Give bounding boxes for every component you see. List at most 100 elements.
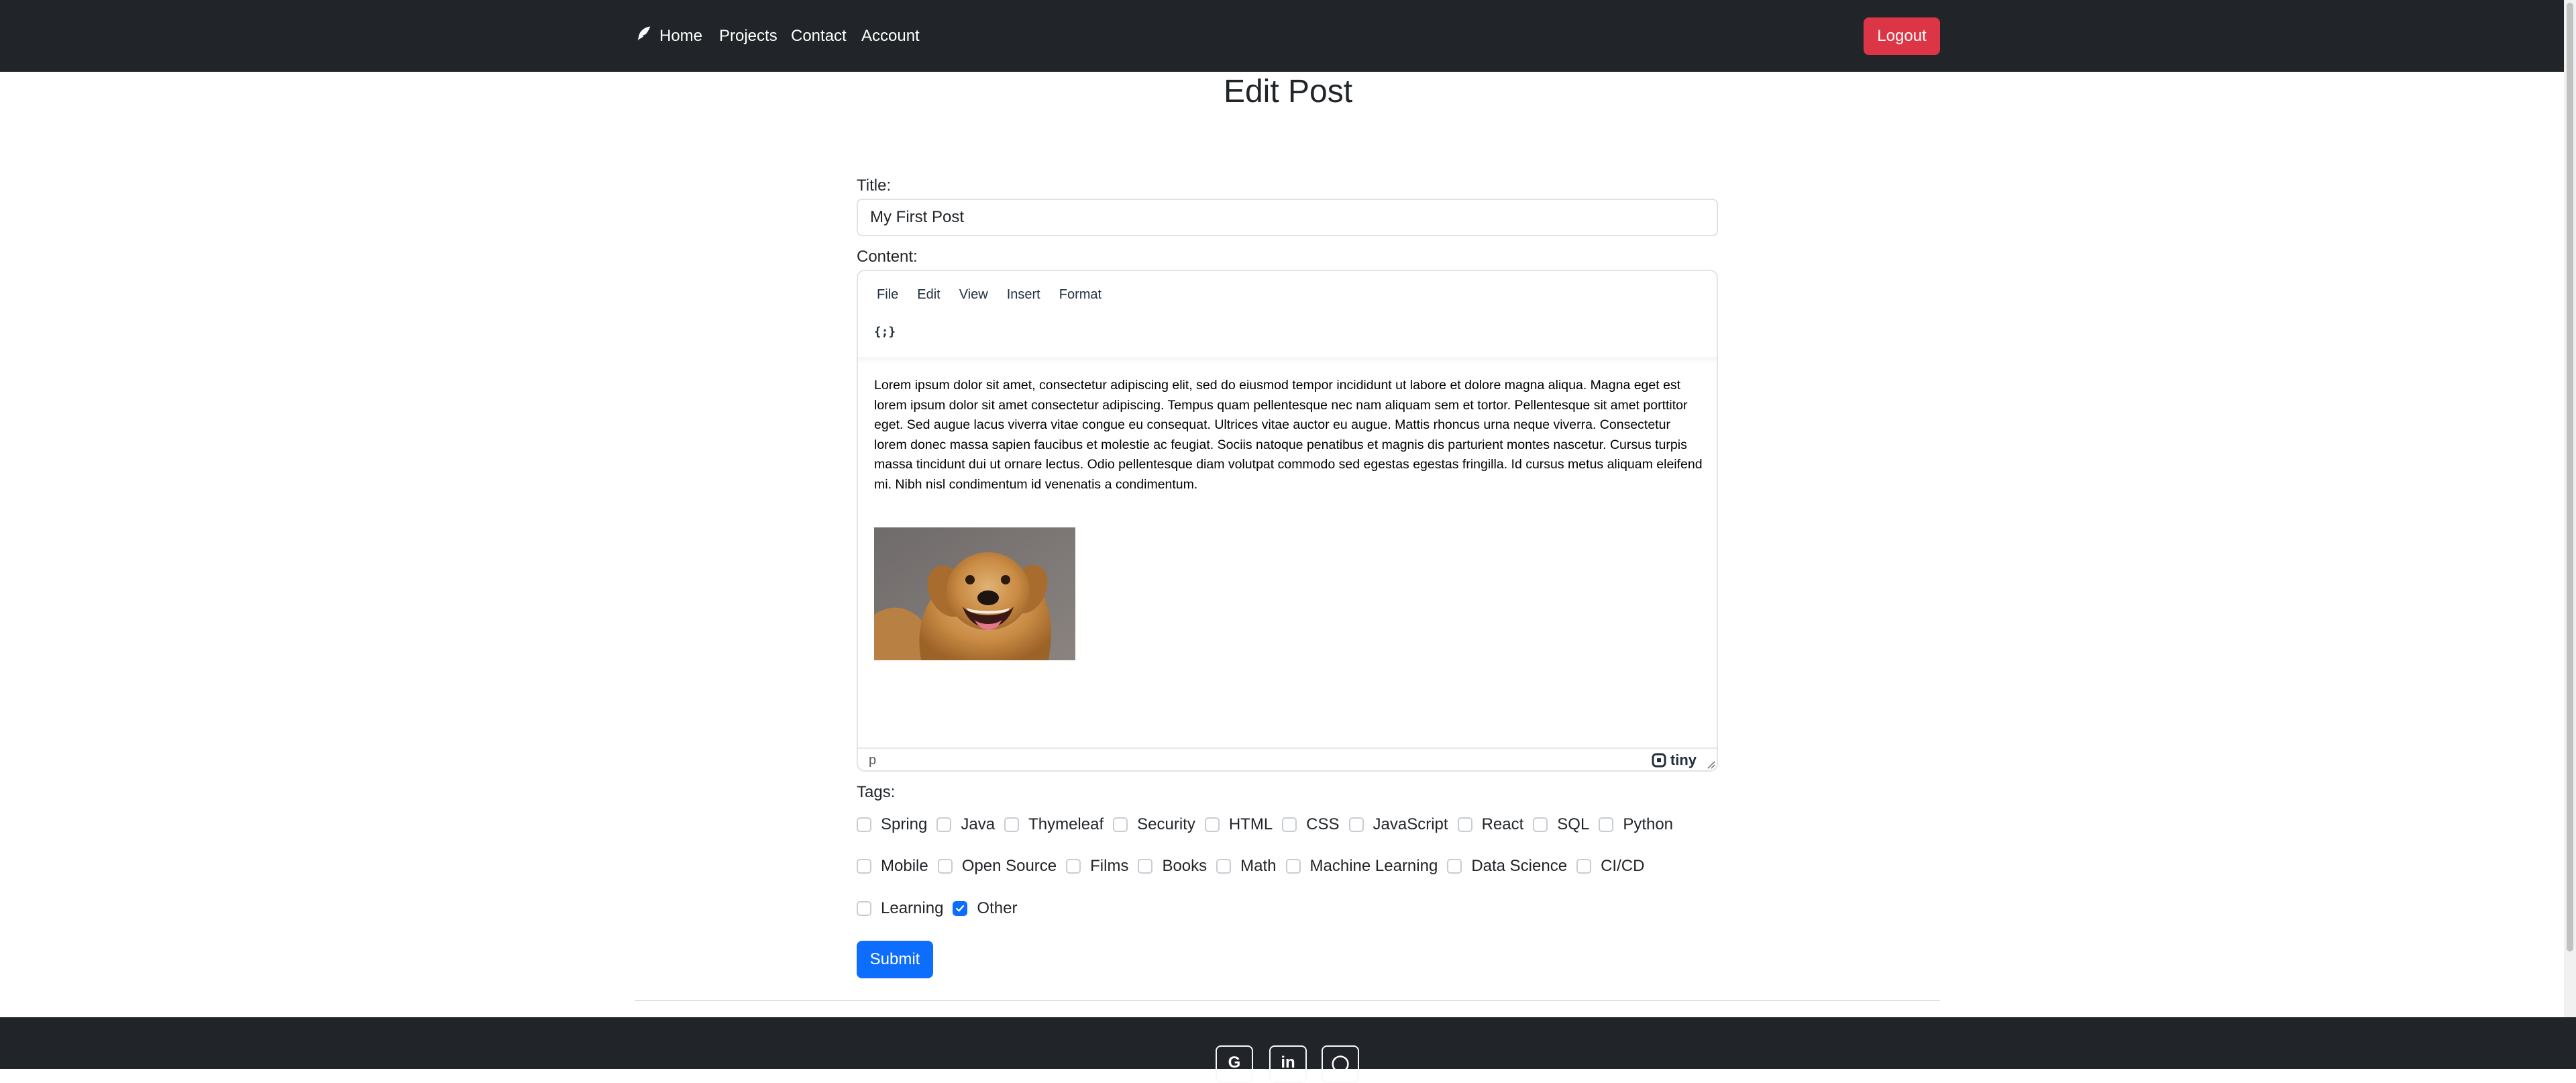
nav-projects[interactable]: Projects xyxy=(719,24,777,48)
tag-javascript[interactable]: JavaScript xyxy=(1348,815,1448,835)
tag-ci-cd[interactable]: CI/CD xyxy=(1576,856,1644,876)
tag-checkbox[interactable] xyxy=(1457,817,1472,832)
tag-spring[interactable]: Spring xyxy=(857,815,927,835)
tag-label: Open Source xyxy=(961,857,1057,875)
page-title: Edit Post xyxy=(1223,74,1353,109)
tag-open-source[interactable]: Open Source xyxy=(937,856,1057,876)
menu-file[interactable]: File xyxy=(869,285,906,305)
resize-handle-icon[interactable] xyxy=(1706,760,1715,769)
tag-label: HTML xyxy=(1228,815,1273,833)
logout-button[interactable]: Logout xyxy=(1864,17,1940,55)
tags-row-3: Learning Other xyxy=(857,898,1026,919)
tag-label: React xyxy=(1481,815,1524,833)
title-label: Title: xyxy=(857,176,892,195)
tag-thymeleaf[interactable]: Thymeleaf xyxy=(1004,815,1104,835)
tag-label: Data Science xyxy=(1471,857,1568,875)
menu-insert[interactable]: Insert xyxy=(999,285,1049,305)
submit-button[interactable]: Submit xyxy=(857,941,933,978)
tag-checkbox[interactable] xyxy=(857,901,871,916)
tag-data-science[interactable]: Data Science xyxy=(1447,856,1567,876)
checkmark-icon xyxy=(956,905,965,912)
golden-retriever-photo xyxy=(874,527,1075,660)
tag-css[interactable]: CSS xyxy=(1282,815,1340,835)
tag-label: Other xyxy=(977,899,1018,917)
page-scrollbar[interactable] xyxy=(2564,0,2576,1069)
tag-react[interactable]: React xyxy=(1457,815,1524,835)
tag-mobile[interactable]: Mobile xyxy=(857,856,928,876)
tag-label: Books xyxy=(1162,857,1208,875)
tag-learning[interactable]: Learning xyxy=(857,898,943,919)
tiny-label: tiny xyxy=(1670,752,1697,768)
tag-checkbox[interactable] xyxy=(1576,859,1592,874)
tag-checkbox[interactable] xyxy=(1447,859,1462,874)
tag-label: Mobile xyxy=(881,857,928,875)
code-sample-button[interactable]: {;} xyxy=(871,319,898,344)
tag-checkbox[interactable] xyxy=(1285,859,1301,874)
tag-checkbox[interactable] xyxy=(937,859,953,874)
nav-contact[interactable]: Contact xyxy=(791,24,847,48)
tag-checkbox[interactable] xyxy=(1204,817,1220,832)
rich-text-editor: File Edit View Insert Format {;} Lorem i… xyxy=(857,270,1718,772)
nav-account[interactable]: Account xyxy=(861,24,920,48)
nav-home[interactable]: Home xyxy=(659,24,702,48)
feather-icon xyxy=(637,26,651,41)
tag-label: JavaScript xyxy=(1373,815,1448,833)
tiny-icon xyxy=(1652,753,1666,768)
dog-image[interactable] xyxy=(874,527,1075,660)
tag-python[interactable]: Python xyxy=(1599,815,1673,835)
tags-row-1: Spring Java Thymeleaf Security HTML CSS JavaSc… xyxy=(857,815,1682,835)
tag-security[interactable]: Security xyxy=(1113,815,1195,835)
tag-machine-learning[interactable]: Machine Learning xyxy=(1285,856,1438,876)
tag-label: Machine Learning xyxy=(1309,857,1438,875)
tag-label: Python xyxy=(1623,815,1674,833)
tag-checkbox[interactable] xyxy=(953,901,968,916)
linkedin-button[interactable]: in xyxy=(1269,1045,1307,1083)
tag-checkbox[interactable] xyxy=(1282,817,1297,832)
editor-toolbar: {;} xyxy=(871,319,898,344)
brand[interactable] xyxy=(635,24,653,43)
title-input[interactable]: My First Post xyxy=(857,199,1718,236)
navbar: Home Projects Contact Account Logout xyxy=(0,0,2576,72)
tag-other[interactable]: Other xyxy=(953,898,1017,919)
scrollbar-thumb[interactable] xyxy=(2567,3,2573,951)
tiny-logo[interactable]: tiny xyxy=(1652,752,1697,769)
content-label: Content: xyxy=(857,248,918,266)
toolbar-divider xyxy=(858,357,1717,364)
tag-label: CI/CD xyxy=(1601,857,1645,875)
tag-checkbox[interactable] xyxy=(1066,859,1081,874)
tag-math[interactable]: Math xyxy=(1216,856,1277,876)
tags-row-2: Mobile Open Source Films Books Math Machine L… xyxy=(857,856,1654,876)
tag-checkbox[interactable] xyxy=(1138,859,1153,874)
tag-checkbox[interactable] xyxy=(1216,859,1232,874)
tag-checkbox[interactable] xyxy=(1348,817,1364,832)
google-button[interactable]: G xyxy=(1216,1045,1253,1083)
menu-edit[interactable]: Edit xyxy=(909,285,948,305)
menu-format[interactable]: Format xyxy=(1051,285,1110,305)
tag-checkbox[interactable] xyxy=(857,859,871,874)
tag-label: Security xyxy=(1137,815,1195,833)
tag-checkbox[interactable] xyxy=(1533,817,1548,832)
tag-label: SQL xyxy=(1557,815,1590,833)
tag-films[interactable]: Films xyxy=(1066,856,1128,876)
github-button[interactable]: ◯ xyxy=(1322,1045,1359,1083)
github-icon: ◯ xyxy=(1331,1054,1350,1072)
tag-checkbox[interactable] xyxy=(857,817,871,832)
tag-label: Math xyxy=(1240,857,1277,875)
linkedin-icon: in xyxy=(1281,1053,1295,1072)
tag-label: CSS xyxy=(1306,815,1340,833)
element-path[interactable]: p xyxy=(869,753,876,768)
tag-label: Films xyxy=(1090,857,1129,875)
tag-checkbox[interactable] xyxy=(1004,817,1020,832)
tags-label: Tags: xyxy=(857,783,896,801)
tag-books[interactable]: Books xyxy=(1138,856,1207,876)
menu-view[interactable]: View xyxy=(951,285,996,305)
tag-label: Spring xyxy=(881,815,928,833)
tag-html[interactable]: HTML xyxy=(1204,815,1273,835)
tag-label: Thymeleaf xyxy=(1028,815,1104,833)
tag-java[interactable]: Java xyxy=(936,815,995,835)
tag-checkbox[interactable] xyxy=(936,817,952,832)
editor-content[interactable]: Lorem ipsum dolor sit amet, consectetur … xyxy=(874,376,1703,495)
tag-checkbox[interactable] xyxy=(1113,817,1128,832)
tag-sql[interactable]: SQL xyxy=(1533,815,1589,835)
tag-checkbox[interactable] xyxy=(1599,817,1614,832)
